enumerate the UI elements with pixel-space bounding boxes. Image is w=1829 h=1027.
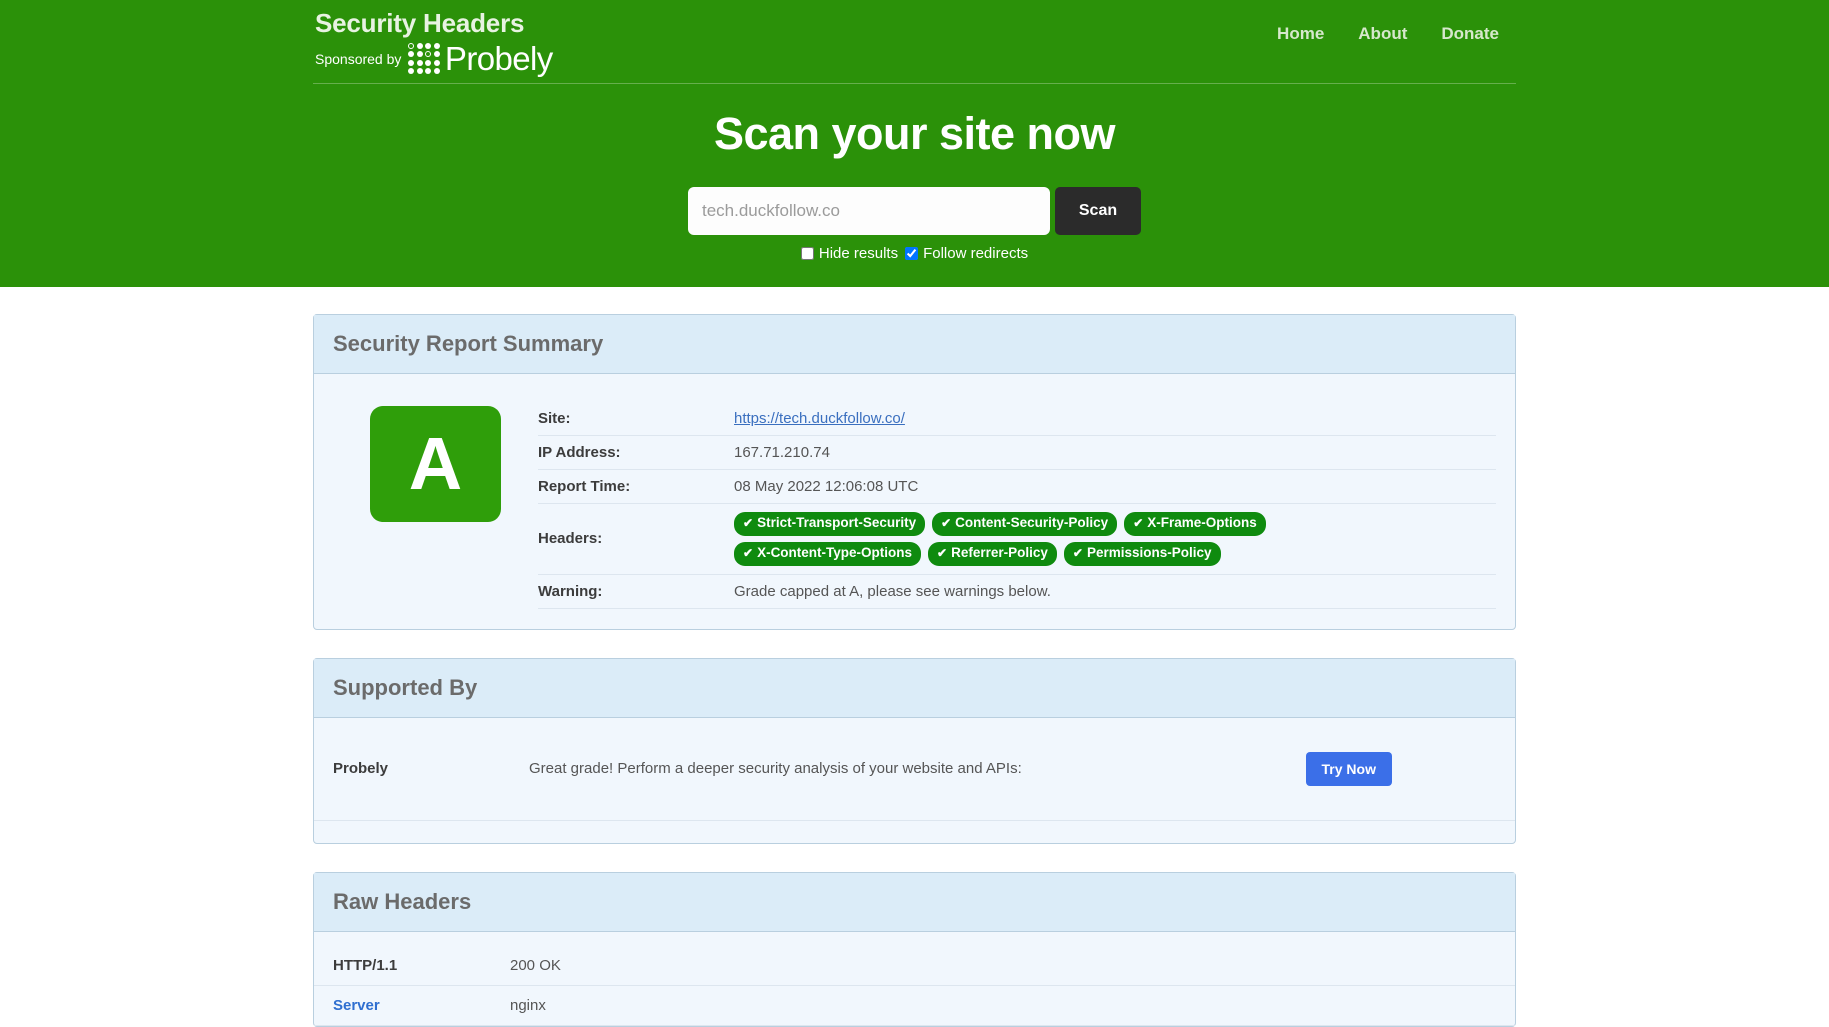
check-icon: ✔ [1133,515,1144,530]
summary-panel-title: Security Report Summary [333,331,604,356]
supported-panel-title: Supported By [333,674,478,700]
status-badge-label: X-Content-Type-Options [757,544,913,560]
status-badge-label: X-Frame-Options [1147,515,1257,530]
table-row: Server nginx [314,985,1515,1026]
raw-headers-panel-header: Raw Headers [314,872,1515,932]
sponsor-line: Sponsored by Probely [315,42,553,75]
site-link[interactable]: https://tech.duckfollow.co/ [734,410,905,427]
table-row: Report Time: 08 May 2022 12:06:08 UTC [538,469,1496,504]
summary-panel-header: Security Report Summary [314,315,1515,374]
status-badge: ✔ X-Content-Type-Options [734,541,922,566]
status-badge: ✔ Strict-Transport-Security [734,512,926,536]
raw-headers-panel-title: Raw Headers [333,888,472,914]
status-badge-label: Permissions-Policy [1086,544,1212,560]
table-row: Warning: Grade capped at A, please see w… [538,574,1496,609]
raw-header-key[interactable]: Server [314,985,510,1026]
raw-headers-panel-body: HTTP/1.1 200 OK Server nginx [314,931,1515,1026]
headers-label: Headers: [538,503,734,575]
nav-item-donate[interactable]: Donate [1424,16,1516,52]
header-divider [313,83,1516,84]
status-badge: ✔ Referrer-Policy [928,541,1057,566]
main-navigation: Home About Donate [1260,8,1516,52]
hide-results-label: Hide results [818,245,899,262]
scan-url-input[interactable] [688,187,1050,235]
probely-wordmark: Probely [444,40,553,77]
status-badge: ✔ X-Frame-Options [1124,512,1266,536]
supported-by-panel: Supported By Probely Great grade! Perfor… [313,657,1516,844]
raw-headers-table: HTTP/1.1 200 OK Server nginx [314,931,1515,1026]
headers-value: ✔ Strict-Transport-Security ✔ Content-Se… [734,503,1496,575]
status-badge: ✔ Permissions-Policy [1063,541,1221,566]
option-follow-redirects[interactable]: Follow redirects [905,245,1028,262]
summary-details-table: Site: https://tech.duckfollow.co/ IP Add… [538,402,1496,609]
header-brand-row: Security Headers Sponsored by Probely Ho… [313,0,1516,80]
table-row: IP Address: 167.71.210.74 [538,435,1496,470]
check-icon: ✔ [941,515,952,530]
check-icon: ✔ [743,545,754,560]
security-report-summary-panel: Security Report Summary A Site: https://… [313,314,1516,630]
header-badge-list: ✔ Strict-Transport-Security ✔ Content-Se… [734,512,1314,566]
nav-item-home[interactable]: Home [1260,16,1341,52]
summary-panel-body: A Site: https://tech.duckfollow.co/ IP A… [314,374,1515,629]
ip-address-value: 167.71.210.74 [734,435,1496,470]
warning-label: Warning: [538,574,734,609]
supported-panel-body: Probely Great grade! Perform a deeper se… [314,718,1515,843]
sponsor-description: Great grade! Perform a deeper security a… [529,760,1022,778]
site-header: Security Headers Sponsored by Probely Ho… [0,0,1829,287]
scan-button[interactable]: Scan [1055,187,1141,235]
page-title: Scan your site now [713,108,1116,159]
report-time-label: Report Time: [538,469,734,504]
warning-value: Grade capped at A, please see warnings b… [734,574,1496,609]
grade-container: A [333,400,538,522]
follow-redirects-label: Follow redirects [923,245,1029,262]
raw-header-value: 200 OK [510,931,1515,986]
raw-header-value: nginx [510,985,1515,1026]
table-row: HTTP/1.1 200 OK [314,931,1515,986]
status-badge-label: Referrer-Policy [951,544,1048,560]
check-icon: ✔ [937,545,948,560]
report-time-value: 08 May 2022 12:06:08 UTC [734,469,1496,504]
probely-logo[interactable]: Probely [408,40,553,77]
grade-badge: A [370,406,501,522]
table-row: Site: https://tech.duckfollow.co/ [538,402,1496,436]
brand-logo-group[interactable]: Security Headers Sponsored by Probely [313,8,553,75]
try-now-button[interactable]: Try Now [1305,751,1392,786]
main-content: Security Report Summary A Site: https://… [313,287,1516,1027]
follow-redirects-checkbox[interactable] [905,247,919,260]
sponsor-label: Sponsored by [315,50,402,67]
raw-headers-panel: Raw Headers HTTP/1.1 200 OK Server nginx [313,871,1516,1027]
panel-spacer [314,821,1515,843]
sponsor-row: Probely Great grade! Perform a deeper se… [314,718,1515,821]
status-badge: ✔ Content-Security-Policy [932,512,1118,536]
table-row: Headers: ✔ Strict-Transport-Security ✔ C… [538,503,1496,575]
scan-options: Hide results Follow redirects [313,245,1516,262]
hide-results-checkbox[interactable] [800,247,814,260]
nav-item-about[interactable]: About [1341,16,1424,52]
option-hide-results[interactable]: Hide results [800,245,899,262]
site-title: Security Headers [315,8,525,38]
status-badge-label: Content-Security-Policy [955,515,1109,530]
site-label: Site: [538,402,734,436]
site-value: https://tech.duckfollow.co/ [734,402,1496,436]
ip-address-label: IP Address: [538,435,734,470]
check-icon: ✔ [743,515,754,530]
status-badge-label: Strict-Transport-Security [757,515,917,530]
sponsor-name: Probely [333,760,389,778]
check-icon: ✔ [1072,545,1083,560]
supported-panel-header: Supported By [314,658,1515,718]
scan-form: Scan [313,187,1516,235]
raw-header-key: HTTP/1.1 [314,931,510,986]
probely-dot-grid-icon [408,42,440,75]
